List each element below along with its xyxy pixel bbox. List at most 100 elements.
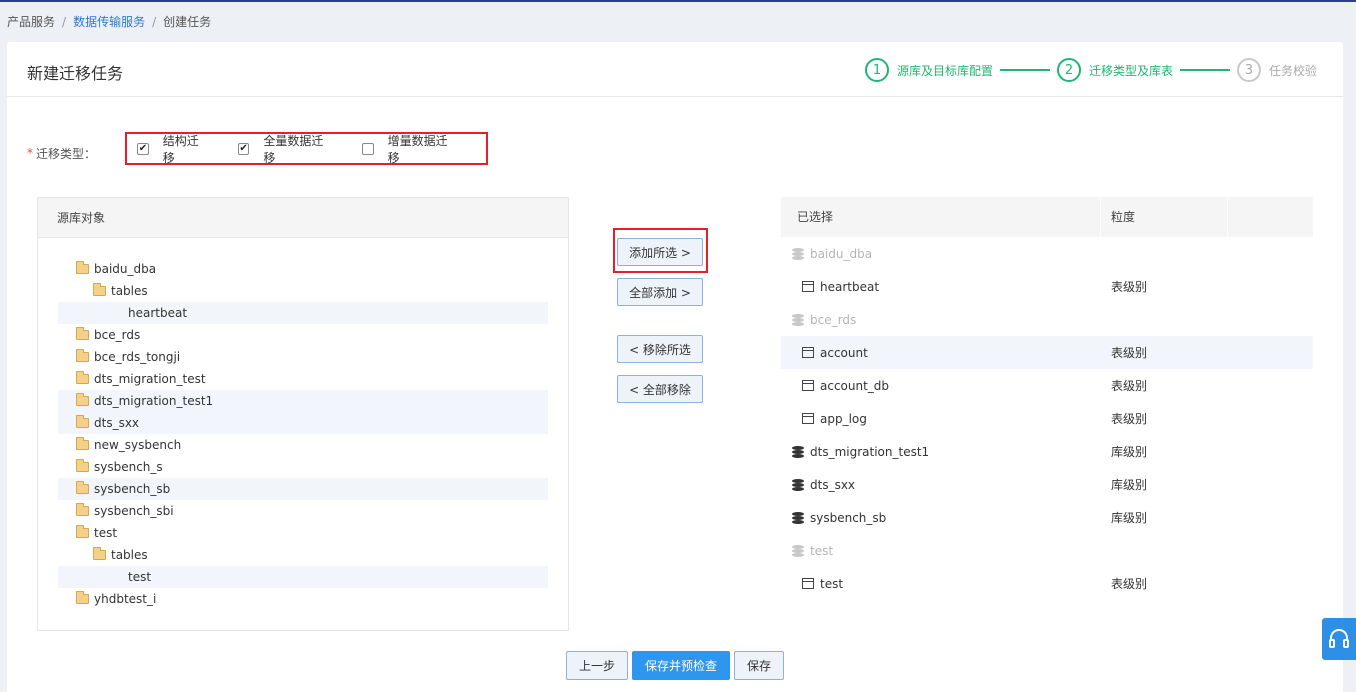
selected-row-name: test (781, 577, 1111, 591)
checkbox-checked-icon[interactable]: ✔ (237, 142, 250, 155)
step-1: 1 源库及目标库配置 (864, 58, 993, 82)
folder-icon (76, 591, 89, 604)
selected-row: account_db 表级别 (781, 369, 1313, 402)
selected-rows: baidu_dba heartbeat 表级别 bce_rds account 表级别 ac… (781, 237, 1313, 600)
selected-panel-header: 已选择 粒度 (781, 197, 1313, 237)
help-headset-button[interactable] (1322, 618, 1356, 660)
step-connector (1179, 69, 1230, 71)
table-icon (802, 413, 814, 424)
selected-row-name: account_db (781, 379, 1111, 393)
selected-row-name: account (781, 346, 1111, 360)
tree-node[interactable]: sysbench_sbi (58, 500, 548, 522)
save-and-check-button[interactable]: 保存并预检查 (632, 651, 730, 680)
folder-icon (76, 503, 89, 516)
card-header: 新建迁移任务 1 源库及目标库配置 2 迁移类型及库表 3 任务校验 (7, 42, 1343, 97)
folder-icon (76, 459, 89, 472)
granularity-value: 库级别 (1111, 478, 1148, 492)
required-mark: * (27, 146, 33, 160)
step-3-label: 任务校验 (1268, 63, 1317, 78)
checkbox-incremental-migration[interactable]: 增量数据迁移 (361, 132, 458, 166)
granularity-value: 表级别 (1111, 346, 1148, 360)
tree-node-label: tables (111, 548, 148, 562)
headset-icon (1329, 629, 1349, 648)
breadcrumb-item-products[interactable]: 产品服务 (7, 15, 55, 29)
breadcrumb-separator: / (62, 15, 67, 29)
tree-node-label: sysbench_sbi (94, 504, 174, 518)
database-icon (792, 248, 804, 260)
step-2: 2 迁移类型及库表 (1056, 58, 1173, 82)
tree-node[interactable]: bce_rds (58, 324, 548, 346)
folder-open-icon (93, 283, 106, 296)
tree-node[interactable]: baidu_dba (58, 258, 548, 280)
tree-node[interactable]: dts_migration_test1 (58, 390, 548, 412)
selected-row-label: test (810, 543, 834, 558)
breadcrumb-item-current: 创建任务 (163, 15, 212, 29)
remove-selected-button[interactable]: < 移除所选 (617, 335, 703, 363)
database-icon (792, 545, 804, 557)
prev-step-button[interactable]: 上一步 (566, 651, 628, 680)
checkbox-full-data-migration[interactable]: ✔ 全量数据迁移 (237, 132, 334, 166)
granularity-value: 库级别 (1111, 445, 1148, 459)
page-title: 新建迁移任务 (27, 64, 124, 83)
migration-type-label: 迁移类型： (36, 146, 97, 161)
selected-row-label: sysbench_sb (810, 510, 887, 525)
tree-node-label: tables (111, 284, 148, 298)
selected-row: dts_migration_test1 库级别 (781, 435, 1313, 468)
tree-node-label: sysbench_s (94, 460, 163, 474)
source-objects-panel: 源库对象 baidu_dba tables heartbeat bce_rds bce_… (37, 197, 569, 631)
folder-icon (76, 415, 89, 428)
checkbox-checked-icon[interactable]: ✔ (137, 142, 149, 155)
selected-row-label: baidu_dba (810, 246, 873, 261)
checkbox-unchecked-icon[interactable] (361, 142, 374, 155)
database-icon (792, 512, 804, 524)
tree-node[interactable]: new_sysbench (58, 434, 548, 456)
tree-node[interactable]: yhdbtest_i (58, 588, 548, 610)
selected-row-label: account (820, 345, 868, 360)
source-tree: baidu_dbatables heartbeat bce_rds bce_rds_t… (58, 258, 548, 610)
database-icon (792, 446, 804, 458)
checkbox-label[interactable]: 结构迁移 (163, 132, 210, 166)
tree-node[interactable]: test (58, 566, 548, 588)
checkbox-structure-migration[interactable]: ✔ 结构迁移 (137, 132, 210, 166)
tree-node[interactable]: heartbeat (58, 302, 548, 324)
step-2-label: 迁移类型及库表 (1088, 63, 1173, 78)
selected-row-label: bce_rds (810, 312, 857, 327)
step-3: 3 任务校验 (1236, 58, 1317, 82)
tree-node-label: dts_migration_test (94, 372, 206, 386)
col-header-actions (1228, 197, 1313, 237)
tree-node-label: heartbeat (128, 306, 188, 320)
tree-node-label: dts_sxx (94, 416, 140, 430)
checkbox-label[interactable]: 增量数据迁移 (388, 132, 458, 166)
folder-icon (76, 371, 89, 384)
tree-node[interactable]: dts_migration_test (58, 368, 548, 390)
tree-node[interactable]: dts_sxx (58, 412, 548, 434)
save-button[interactable]: 保存 (734, 651, 784, 680)
tree-node[interactable]: sysbench_sb (58, 478, 548, 500)
tree-node-label: yhdbtest_i (94, 592, 157, 606)
selected-row-name: dts_migration_test1 (781, 445, 1111, 459)
folder-open-icon (76, 261, 89, 274)
step-indicator: 1 源库及目标库配置 2 迁移类型及库表 3 任务校验 (864, 58, 1317, 82)
table-icon (802, 347, 814, 358)
selected-row-name: baidu_dba (781, 247, 1111, 261)
add-selected-button[interactable]: 添加所选 > (617, 238, 703, 266)
add-all-button[interactable]: 全部添加 > (617, 278, 703, 306)
granularity-value: 表级别 (1111, 412, 1148, 426)
tree-node[interactable]: test (58, 522, 548, 544)
tree-node[interactable]: tables (58, 280, 548, 302)
tree-node[interactable]: bce_rds_tongji (58, 346, 548, 368)
selected-objects-panel: 已选择 粒度 baidu_dba heartbeat 表级别 bce_rds accou… (781, 197, 1313, 607)
step-3-circle: 3 (1236, 58, 1261, 82)
table-icon (802, 578, 814, 589)
folder-icon (76, 393, 89, 406)
remove-all-button[interactable]: < 全部移除 (617, 375, 703, 403)
folder-open-icon (93, 547, 106, 560)
tree-node[interactable]: sysbench_s (58, 456, 548, 478)
checkbox-label[interactable]: 全量数据迁移 (263, 132, 333, 166)
database-icon (792, 314, 804, 326)
breadcrumb-item-dts[interactable]: 数据传输服务 (73, 15, 145, 29)
tree-node[interactable]: tables (58, 544, 548, 566)
step-connector (999, 69, 1050, 71)
folder-icon (76, 437, 89, 450)
tree-node-label: bce_rds (94, 328, 141, 342)
